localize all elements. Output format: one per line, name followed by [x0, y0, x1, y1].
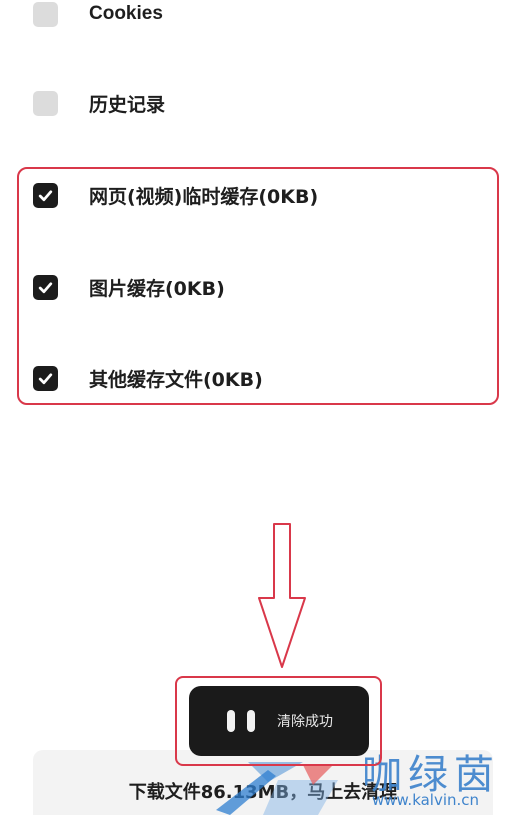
pause-icon [223, 710, 261, 732]
option-history[interactable]: 历史记录 [33, 89, 165, 117]
checkbox-unchecked[interactable] [33, 90, 58, 116]
option-cookies[interactable]: Cookies [33, 0, 163, 28]
down-arrow-icon [258, 523, 306, 668]
option-label: Cookies [89, 3, 163, 24]
toast-message: 清除成功 [277, 714, 333, 730]
option-label: 历史记录 [89, 93, 166, 116]
success-toast: 清除成功 [189, 686, 369, 756]
watermark-url: www.kalvin.cn [372, 791, 480, 809]
checkbox-unchecked[interactable] [33, 1, 58, 27]
annotation-highlight-box [17, 167, 499, 405]
